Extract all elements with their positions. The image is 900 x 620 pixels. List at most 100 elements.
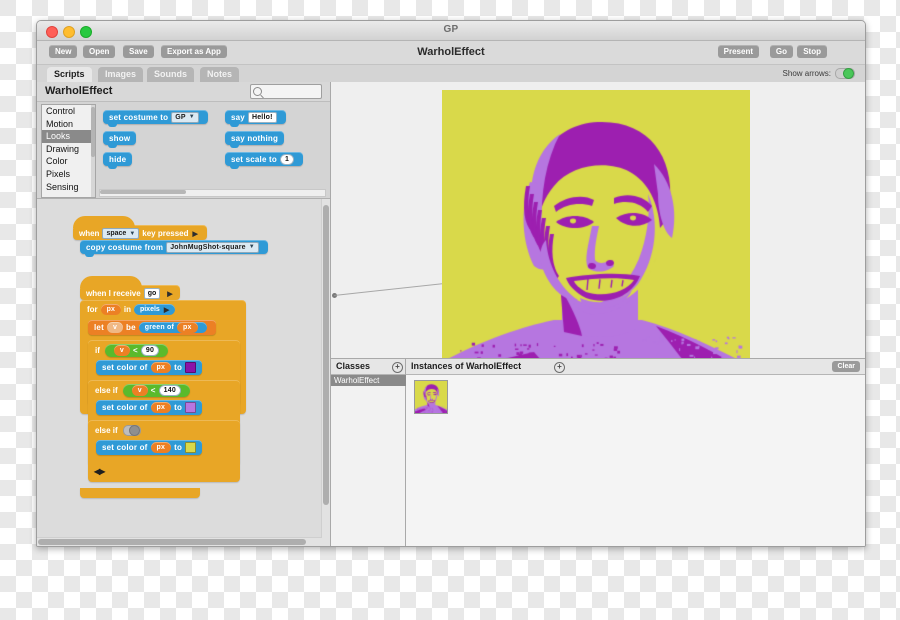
block-set-color-of-px-mid[interactable]: set color of px to <box>96 400 202 415</box>
hat-block-when-i-receive[interactable]: when I receive go ▶ <box>80 285 180 300</box>
block-label: when I receive <box>86 289 141 298</box>
block-label: show <box>109 134 130 143</box>
go-button[interactable]: Go <box>770 45 793 58</box>
block-label: else if <box>95 386 118 395</box>
color-swatch-yellow[interactable] <box>185 442 196 453</box>
costume-dropdown[interactable]: GP ▼ <box>171 112 199 123</box>
variable-v[interactable]: v <box>107 322 123 333</box>
clear-button[interactable]: Clear <box>832 361 860 372</box>
palette-block-set-scale-to[interactable]: set scale to 1 <box>225 152 303 166</box>
category-scrollbar[interactable] <box>91 105 95 197</box>
script-canvas[interactable]: when space ▼ key pressed ▶ copy costume … <box>37 199 330 546</box>
boolean-less-than-140[interactable]: v < 140 <box>123 384 190 397</box>
block-label: set color of <box>102 443 148 452</box>
present-button[interactable]: Present <box>718 45 759 58</box>
reporter-green-of[interactable]: green of px <box>139 322 207 333</box>
block-label: say <box>231 113 245 122</box>
for-block-footer <box>80 488 200 498</box>
say-text-field[interactable]: Hello! <box>248 112 277 123</box>
tab-scripts[interactable]: Scripts <box>47 67 92 82</box>
color-swatch-dark-purple[interactable] <box>185 362 196 373</box>
empty-boolean-toggle[interactable] <box>123 425 141 436</box>
block-copy-costume-from[interactable]: copy costume from JohnMugShot-square ▼ <box>80 240 268 254</box>
color-swatch-light-purple[interactable] <box>185 402 196 413</box>
category-drawing[interactable]: Drawing <box>42 143 95 156</box>
variable-px[interactable]: px <box>151 362 172 373</box>
variable-v[interactable]: v <box>114 345 130 356</box>
block-let-variable[interactable]: let v be green of px <box>88 320 216 335</box>
class-list-item-warholeffect[interactable]: WarholEffect <box>331 375 408 386</box>
canvas-horizontal-scroll-thumb[interactable] <box>38 539 306 545</box>
costume-source-dropdown[interactable]: JohnMugShot-square ▼ <box>166 242 259 253</box>
variable-v[interactable]: v <box>132 385 148 396</box>
palette-block-show[interactable]: show <box>103 131 136 145</box>
palette-block-say-nothing[interactable]: say nothing <box>225 131 284 145</box>
warhol-portrait-image[interactable] <box>442 90 750 359</box>
canvas-horizontal-scrollbar[interactable] <box>37 537 322 546</box>
instances-panel-title: Instances of WarholEffect <box>411 361 521 371</box>
variable-px[interactable]: px <box>151 402 172 413</box>
portrait-canvas <box>442 90 750 359</box>
show-arrows-toggle[interactable] <box>835 68 855 79</box>
tab-images[interactable]: Images <box>98 67 143 82</box>
classes-panel-title: Classes <box>336 361 370 371</box>
category-list: Control Motion Looks Drawing Color Pixel… <box>41 104 96 198</box>
add-instance-icon[interactable]: + <box>554 362 565 373</box>
show-arrows-label: Show arrows: <box>783 69 831 78</box>
palette-block-hide[interactable]: hide <box>103 152 132 166</box>
variable-px[interactable]: px <box>177 322 198 333</box>
tab-sounds[interactable]: Sounds <box>147 67 194 82</box>
block-label: else if <box>95 426 118 435</box>
category-control[interactable]: Control <box>42 105 95 118</box>
block-label: to <box>174 363 182 372</box>
palette-block-say[interactable]: say Hello! <box>225 110 286 124</box>
right-arrow-icon[interactable]: ▶ <box>164 306 169 314</box>
expand-collapse-arrows[interactable]: ◀▶ <box>94 467 104 476</box>
else-if-condition-row: else if v < 140 <box>88 383 190 397</box>
tab-notes[interactable]: Notes <box>200 67 239 82</box>
threshold-field-140[interactable]: 140 <box>159 385 181 396</box>
instance-thumbnail[interactable] <box>414 380 448 414</box>
key-dropdown[interactable]: space ▼ <box>102 228 139 239</box>
category-motion[interactable]: Motion <box>42 118 95 131</box>
hat-block-when-key-pressed[interactable]: when space ▼ key pressed ▶ <box>73 225 207 240</box>
classes-panel: Classes + WarholEffect <box>331 359 406 546</box>
category-looks[interactable]: Looks <box>42 130 95 143</box>
add-class-icon[interactable]: + <box>392 362 403 373</box>
pixels-reporter[interactable]: pixels ▶ <box>134 304 175 315</box>
canvas-vertical-scroll-thumb[interactable] <box>323 205 329 505</box>
gp-application-window: GP New Open Save Export as App WarholEff… <box>36 20 866 547</box>
category-pixels[interactable]: Pixels <box>42 168 95 181</box>
window-title-bar: GP <box>37 21 865 41</box>
reporter-label: pixels <box>140 306 160 313</box>
palette-scroll-thumb[interactable] <box>100 190 186 194</box>
loop-variable-px[interactable]: px <box>101 304 121 315</box>
block-label: in <box>124 305 131 314</box>
block-set-color-of-px-yellow[interactable]: set color of px to <box>96 440 202 455</box>
category-color[interactable]: Color <box>42 155 95 168</box>
category-scroll-thumb[interactable] <box>91 107 95 157</box>
boolean-less-than-90[interactable]: v < 90 <box>105 344 168 357</box>
script-canvas-content: when space ▼ key pressed ▶ copy costume … <box>37 199 330 546</box>
stop-button[interactable]: Stop <box>797 45 827 58</box>
block-label: key pressed <box>142 229 188 238</box>
canvas-vertical-scrollbar[interactable] <box>321 199 330 546</box>
reporter-label: green of <box>145 324 174 331</box>
operator-label: < <box>133 346 138 355</box>
stage-area[interactable] <box>331 82 865 359</box>
palette-block-set-costume-to[interactable]: set costume to GP ▼ <box>103 110 208 124</box>
main-toolbar: New Open Save Export as App WarholEffect… <box>37 41 865 65</box>
category-sensing[interactable]: Sensing <box>42 181 95 194</box>
right-arrow-icon[interactable]: ▶ <box>193 230 198 238</box>
variable-px[interactable]: px <box>151 442 172 453</box>
right-arrow-icon[interactable]: ▶ <box>167 290 172 298</box>
message-field[interactable]: go <box>144 288 161 299</box>
block-label: let <box>94 323 104 332</box>
scale-number-field[interactable]: 1 <box>280 154 294 165</box>
block-label: copy costume from <box>86 243 163 252</box>
threshold-field-90[interactable]: 90 <box>141 345 159 356</box>
for-block-header: for px in pixels ▶ <box>80 302 178 317</box>
palette-horizontal-scrollbar[interactable] <box>99 189 326 197</box>
block-set-color-of-px-dark[interactable]: set color of px to <box>96 360 202 375</box>
search-input[interactable] <box>250 84 322 99</box>
